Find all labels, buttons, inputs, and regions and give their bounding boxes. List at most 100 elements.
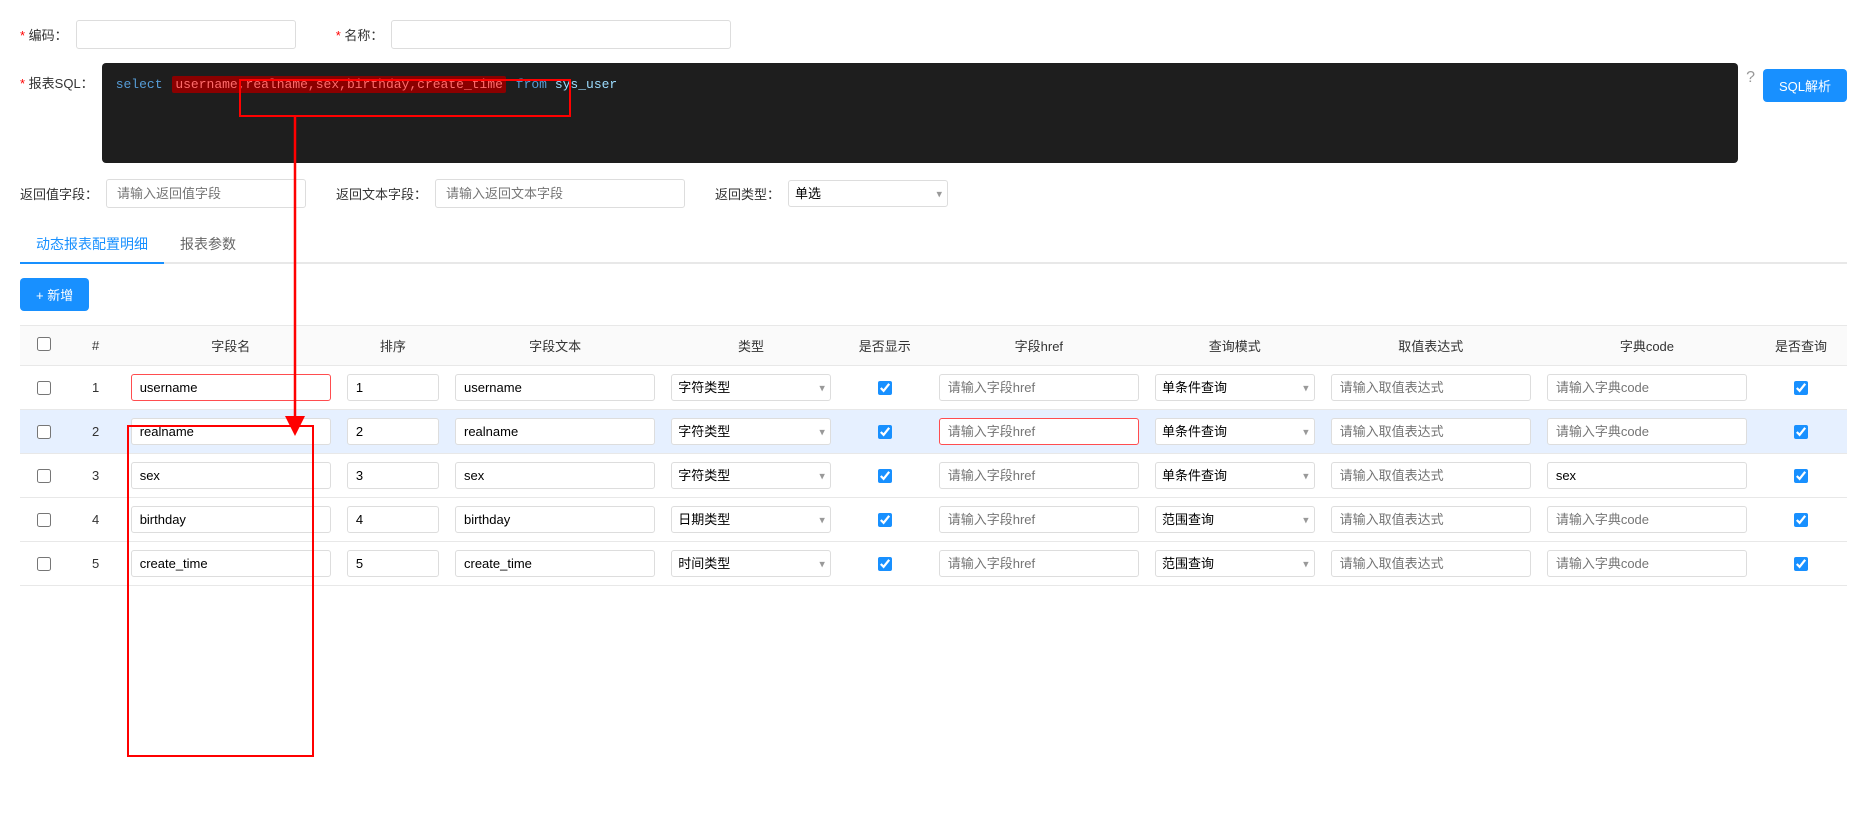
show-checkbox[interactable] [878, 513, 892, 527]
type-select[interactable]: 字符类型日期类型时间类型数字类型 [671, 550, 831, 577]
table-body: 1 字符类型日期类型时间类型数字类型 [20, 366, 1847, 586]
row-checkbox-cell [20, 542, 69, 586]
row-checkbox[interactable] [37, 381, 51, 395]
row-query-cell: 单条件查询范围查询模糊查询 [1147, 454, 1323, 498]
row-checkbox[interactable] [37, 469, 51, 483]
sort-input[interactable] [347, 550, 439, 577]
row-href-cell [931, 454, 1147, 498]
row-type-cell: 字符类型日期类型时间类型数字类型 [663, 454, 839, 498]
th-href: 字段href [931, 326, 1147, 366]
row-href-cell [931, 366, 1147, 410]
table-row: 3 字符类型日期类型时间类型数字类型 [20, 454, 1847, 498]
return-value-input[interactable] [106, 179, 306, 208]
sql-keyword: select [116, 77, 163, 92]
isquery-checkbox[interactable] [1794, 425, 1808, 439]
sql-parse-button[interactable]: SQL解析 [1763, 69, 1847, 102]
row-fieldtext-cell [447, 498, 663, 542]
isquery-checkbox[interactable] [1794, 469, 1808, 483]
expr-input[interactable] [1331, 374, 1531, 401]
href-input[interactable] [939, 550, 1139, 577]
sort-input[interactable] [347, 374, 439, 401]
dict-input[interactable] [1547, 506, 1747, 533]
row-sort-cell [339, 454, 447, 498]
row-checkbox[interactable] [37, 513, 51, 527]
help-icon[interactable]: ? [1746, 69, 1755, 87]
fieldtext-input[interactable] [455, 418, 655, 445]
query-select[interactable]: 单条件查询范围查询模糊查询 [1155, 550, 1315, 577]
fieldname-input[interactable] [131, 550, 331, 577]
show-checkbox[interactable] [878, 381, 892, 395]
fieldtext-input[interactable] [455, 462, 655, 489]
row-checkbox[interactable] [37, 425, 51, 439]
row-query-cell: 单条件查询范围查询模糊查询 [1147, 410, 1323, 454]
type-select[interactable]: 字符类型日期类型时间类型数字类型 [671, 462, 831, 489]
row-href-cell [931, 498, 1147, 542]
show-checkbox[interactable] [878, 469, 892, 483]
href-input[interactable] [939, 462, 1139, 489]
add-button[interactable]: + 新增 [20, 278, 89, 311]
fieldname-input[interactable] [131, 374, 331, 401]
fieldtext-input[interactable] [455, 374, 655, 401]
isquery-checkbox[interactable] [1794, 557, 1808, 571]
select-all-checkbox[interactable] [37, 337, 51, 351]
dict-input[interactable] [1547, 374, 1747, 401]
type-select[interactable]: 字符类型日期类型时间类型数字类型 [671, 506, 831, 533]
code-input[interactable]: user_msg [76, 20, 296, 49]
href-input[interactable] [939, 506, 1139, 533]
expr-input[interactable] [1331, 550, 1531, 577]
return-type-select[interactable]: 单选 多选 [788, 180, 948, 207]
sql-row: * 报表SQL： select username,realname,sex,bi… [20, 63, 1847, 163]
return-type-select-wrapper: 单选 多选 [788, 180, 948, 207]
row-dict-cell [1539, 410, 1755, 454]
href-input[interactable] [939, 374, 1139, 401]
sql-table: sys_user [555, 77, 617, 92]
row-show-cell [839, 542, 931, 586]
row-fieldname-cell [123, 542, 339, 586]
dict-input[interactable] [1547, 462, 1747, 489]
th-num: # [69, 326, 123, 366]
row-expr-cell [1323, 542, 1539, 586]
row-type-cell: 字符类型日期类型时间类型数字类型 [663, 366, 839, 410]
dict-input[interactable] [1547, 550, 1747, 577]
show-checkbox[interactable] [878, 557, 892, 571]
isquery-checkbox[interactable] [1794, 381, 1808, 395]
dict-input[interactable] [1547, 418, 1747, 445]
fieldtext-input[interactable] [455, 506, 655, 533]
query-select[interactable]: 单条件查询范围查询模糊查询 [1155, 462, 1315, 489]
fieldname-input[interactable] [131, 506, 331, 533]
sort-input[interactable] [347, 506, 439, 533]
expr-input[interactable] [1331, 418, 1531, 445]
return-row: 返回值字段： 返回文本字段： 返回类型： 单选 多选 [20, 179, 1847, 208]
isquery-checkbox[interactable] [1794, 513, 1808, 527]
tab-detail[interactable]: 动态报表配置明细 [20, 226, 164, 264]
name-input[interactable]: 用户信息 [391, 20, 731, 49]
query-select[interactable]: 单条件查询范围查询模糊查询 [1155, 418, 1315, 445]
row-fieldtext-cell [447, 366, 663, 410]
sql-editor[interactable]: select username,realname,sex,birthday,cr… [102, 63, 1738, 163]
sort-input[interactable] [347, 462, 439, 489]
return-type-item: 返回类型： 单选 多选 [715, 180, 948, 207]
type-select-wrapper: 字符类型日期类型时间类型数字类型 [671, 550, 831, 577]
expr-input[interactable] [1331, 462, 1531, 489]
query-select-wrapper: 单条件查询范围查询模糊查询 [1155, 506, 1315, 533]
return-text-input[interactable] [435, 179, 685, 208]
query-select[interactable]: 单条件查询范围查询模糊查询 [1155, 506, 1315, 533]
row-query-cell: 单条件查询范围查询模糊查询 [1147, 366, 1323, 410]
expr-input[interactable] [1331, 506, 1531, 533]
fieldname-input[interactable] [131, 418, 331, 445]
fieldtext-input[interactable] [455, 550, 655, 577]
fieldname-input[interactable] [131, 462, 331, 489]
type-select[interactable]: 字符类型日期类型时间类型数字类型 [671, 374, 831, 401]
href-input[interactable] [939, 418, 1139, 445]
row-checkbox[interactable] [37, 557, 51, 571]
show-checkbox[interactable] [878, 425, 892, 439]
tab-params[interactable]: 报表参数 [164, 226, 252, 264]
query-select-wrapper: 单条件查询范围查询模糊查询 [1155, 462, 1315, 489]
return-value-label: 返回值字段： [20, 184, 98, 203]
sort-input[interactable] [347, 418, 439, 445]
row-show-cell [839, 498, 931, 542]
row-checkbox-cell [20, 410, 69, 454]
type-select[interactable]: 字符类型日期类型时间类型数字类型 [671, 418, 831, 445]
query-select[interactable]: 单条件查询范围查询模糊查询 [1155, 374, 1315, 401]
row-fieldname-cell [123, 454, 339, 498]
